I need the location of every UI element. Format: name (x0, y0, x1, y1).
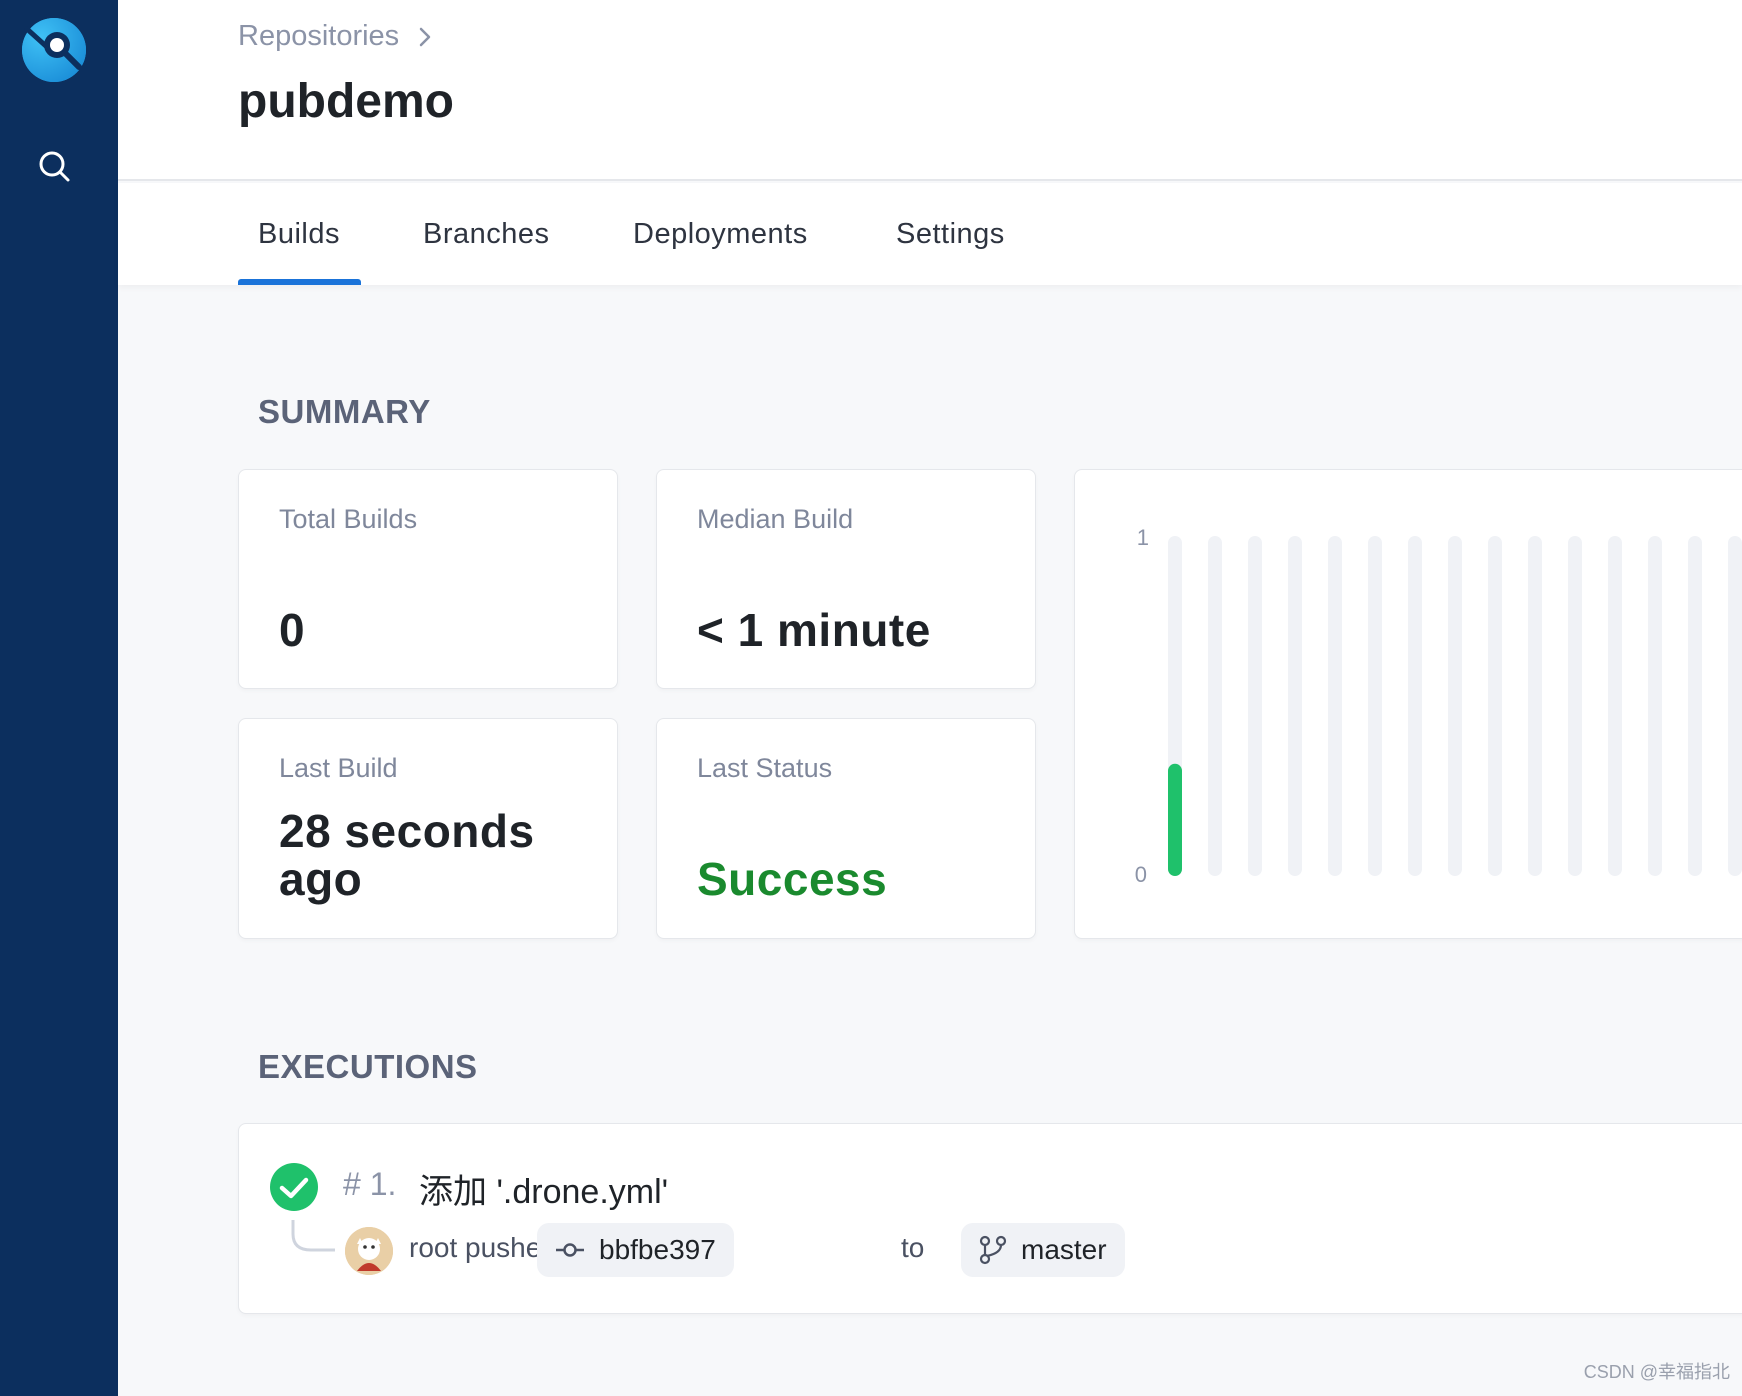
bar-track (1408, 536, 1422, 876)
page-title: pubdemo (238, 75, 454, 128)
commit-icon (556, 1243, 584, 1257)
build-number: # 1. (343, 1166, 397, 1202)
summary-heading: SUMMARY (258, 393, 431, 430)
median-build-card: Median Build < 1 minute (656, 469, 1036, 689)
branch-name: master (1021, 1234, 1107, 1265)
last-build-label: Last Build (279, 753, 398, 783)
bar-track (1528, 536, 1542, 876)
y-tick-min: 0 (1135, 862, 1147, 887)
last-status-label: Last Status (697, 753, 833, 783)
avatar (345, 1227, 393, 1275)
last-status-card: Last Status Success (656, 718, 1036, 939)
tree-connector (291, 1220, 335, 1252)
page-header: Repositories pubdemo (118, 0, 1742, 181)
breadcrumb-repositories-link[interactable]: Repositories (238, 20, 399, 53)
branch-pill[interactable]: master (961, 1223, 1125, 1277)
bar-track (1608, 536, 1622, 876)
execution-row[interactable]: # 1. 添加 '.drone.yml' root pushed bbfbe39… (238, 1123, 1742, 1314)
median-build-label: Median Build (697, 504, 854, 534)
breadcrumb: Repositories (238, 20, 433, 53)
commit-sha-pill[interactable]: bbfbe397 (537, 1223, 734, 1277)
to-text: to (901, 1232, 925, 1263)
build-history-chart: 1 0 (1135, 525, 1742, 887)
bar-track (1688, 536, 1702, 876)
y-tick-max: 1 (1137, 525, 1149, 550)
last-status-value: Success (697, 853, 888, 905)
bar-track (1448, 536, 1462, 876)
tab-bar: Builds Branches Deployments Settings (118, 183, 1742, 285)
bar-track (1328, 536, 1342, 876)
build-history-chart-card: 1 0 (1074, 469, 1742, 939)
median-build-value: < 1 minute (697, 604, 931, 656)
tab-deployments[interactable]: Deployments (633, 183, 808, 285)
actor-text: root pushed (409, 1232, 557, 1263)
git-branch-icon (979, 1235, 1007, 1265)
tab-branches[interactable]: Branches (423, 183, 550, 285)
chevron-right-icon (419, 27, 431, 46)
sidebar (0, 0, 118, 1396)
main-content: Repositories pubdemo Builds Branches Dep… (118, 0, 1742, 1396)
executions-heading: EXECUTIONS (258, 1048, 478, 1085)
tab-builds[interactable]: Builds (238, 183, 361, 285)
last-build-value: 28 seconds ago (279, 805, 535, 905)
bar-track (1728, 536, 1742, 876)
drone-logo-icon[interactable] (21, 17, 87, 83)
bar-track (1368, 536, 1382, 876)
bar-track (1288, 536, 1302, 876)
bar-track (1648, 536, 1662, 876)
tab-settings[interactable]: Settings (896, 183, 1005, 285)
commit-sha: bbfbe397 (599, 1234, 716, 1265)
bar-track (1568, 536, 1582, 876)
total-builds-value: 0 (279, 604, 306, 656)
bar-track (1488, 536, 1502, 876)
last-build-card: Last Build 28 seconds ago (238, 718, 618, 939)
watermark: CSDN @幸福指北 (1583, 1362, 1730, 1382)
total-builds-card: Total Builds 0 (238, 469, 618, 689)
bar-track (1208, 536, 1222, 876)
commit-message-link[interactable]: 添加 '.drone.yml' (419, 1164, 668, 1213)
success-check-icon (270, 1163, 318, 1211)
bar[interactable] (1168, 763, 1182, 876)
search-icon[interactable] (36, 148, 72, 184)
total-builds-label: Total Builds (279, 504, 418, 534)
bar-track (1248, 536, 1262, 876)
